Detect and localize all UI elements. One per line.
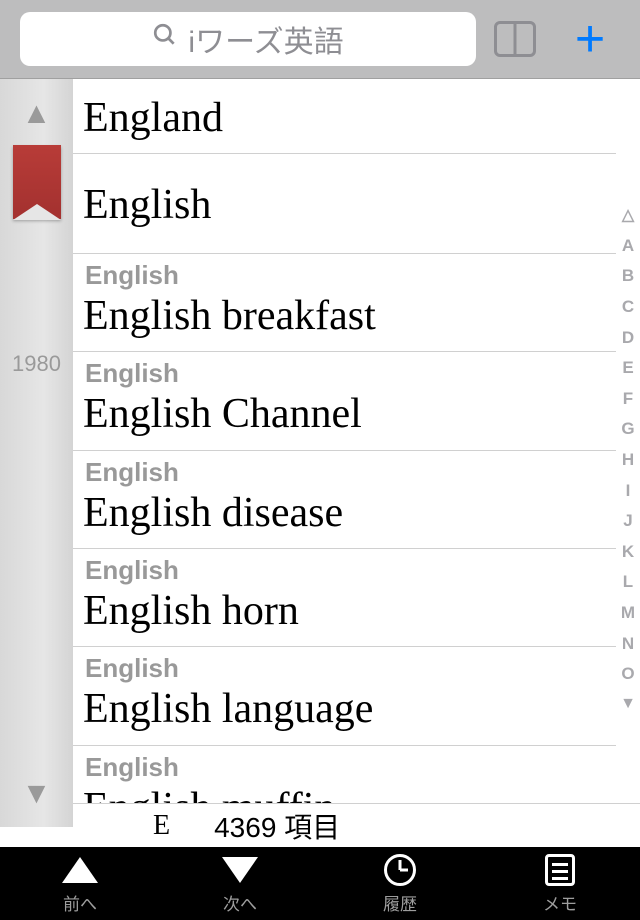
add-button[interactable]: + xyxy=(550,12,630,66)
book-icon xyxy=(494,21,536,57)
entry-category: English xyxy=(81,649,608,684)
search-placeholder: iワーズ英語 xyxy=(188,17,343,61)
index-letter[interactable]: E xyxy=(622,353,633,384)
history-button[interactable]: 履歴 xyxy=(320,852,480,915)
search-input[interactable]: iワーズ英語 xyxy=(20,12,476,66)
triangle-down-icon xyxy=(222,852,258,888)
memo-button[interactable]: メモ xyxy=(480,852,640,915)
index-letter[interactable]: L xyxy=(623,567,633,598)
list-item[interactable]: England xyxy=(73,79,616,154)
next-label: 次へ xyxy=(223,890,257,915)
book-button[interactable] xyxy=(484,12,546,66)
triangle-up-icon xyxy=(62,852,98,888)
index-letter[interactable]: H xyxy=(622,445,634,476)
history-label: 履歴 xyxy=(383,890,417,915)
index-top-icon[interactable]: △ xyxy=(622,202,634,231)
index-letter[interactable]: N xyxy=(622,629,634,660)
index-letter[interactable]: I xyxy=(626,476,631,507)
index-letter[interactable]: D xyxy=(622,323,634,354)
index-letter[interactable]: K xyxy=(622,537,634,568)
entry-category: English xyxy=(81,453,608,488)
memo-icon xyxy=(545,852,575,888)
scroll-rail: ▲ 1980 ▼ xyxy=(0,79,73,827)
status-count: 4369 項目 xyxy=(214,806,340,846)
index-letter[interactable]: O xyxy=(621,659,634,690)
memo-label: メモ xyxy=(543,890,577,915)
index-letter[interactable]: G xyxy=(621,414,634,445)
entry-title: England xyxy=(81,93,608,143)
scroll-down-icon[interactable]: ▼ xyxy=(22,777,52,811)
index-down-icon[interactable]: ▼ xyxy=(620,690,636,719)
status-bar: E 4369 項目 xyxy=(73,803,640,847)
list-item[interactable]: English English breakfast xyxy=(73,254,616,352)
entry-category: English xyxy=(81,748,608,783)
prev-label: 前へ xyxy=(63,890,97,915)
entry-title: English language xyxy=(81,684,608,734)
clock-icon xyxy=(384,852,416,888)
scroll-position-number: 1980 xyxy=(12,351,61,377)
list-item[interactable]: English English language xyxy=(73,647,616,745)
entry-title: English Channel xyxy=(81,389,608,439)
index-letter[interactable]: B xyxy=(622,261,634,292)
entry-title: English horn xyxy=(81,586,608,636)
index-letter[interactable]: F xyxy=(623,384,633,415)
list-item[interactable]: English English Channel xyxy=(73,352,616,450)
scroll-up-icon[interactable]: ▲ xyxy=(22,97,52,131)
list-item[interactable]: English xyxy=(73,154,616,253)
list-item[interactable]: English English horn xyxy=(73,549,616,647)
entry-title: English breakfast xyxy=(81,291,608,341)
entry-title: English xyxy=(81,180,608,230)
index-letter[interactable]: C xyxy=(622,292,634,323)
index-letter[interactable]: M xyxy=(621,598,635,629)
status-letter: E xyxy=(153,810,170,842)
entry-category: English xyxy=(81,354,608,389)
top-bar: iワーズ英語 + xyxy=(0,0,640,79)
entry-title: English disease xyxy=(81,488,608,538)
alphabet-index[interactable]: △ A B C D E F G H I J K L M N O ▼ xyxy=(616,202,640,719)
search-icon xyxy=(152,22,178,56)
entries-list: England English English English breakfas… xyxy=(73,79,616,827)
bookmark-ribbon-icon[interactable] xyxy=(13,145,61,219)
next-button[interactable]: 次へ xyxy=(160,852,320,915)
bottom-toolbar: 前へ 次へ 履歴 メモ xyxy=(0,847,640,920)
prev-button[interactable]: 前へ xyxy=(0,852,160,915)
entry-category: English xyxy=(81,256,608,291)
entry-category: English xyxy=(81,551,608,586)
list-item[interactable]: English English disease xyxy=(73,451,616,549)
index-letter[interactable]: A xyxy=(622,231,634,262)
index-letter[interactable]: J xyxy=(623,506,632,537)
